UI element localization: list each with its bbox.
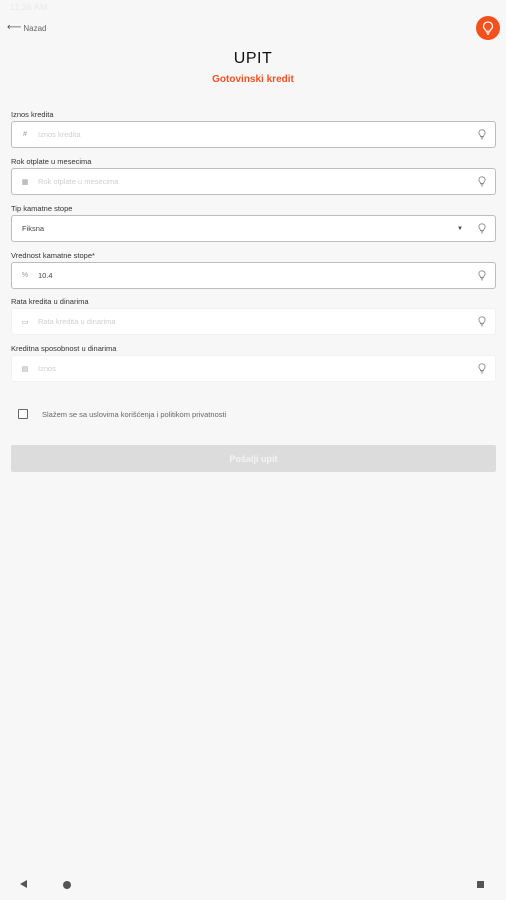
- interest-type-value: Fiksna: [22, 224, 45, 233]
- consent-row[interactable]: Slažem se sa uslovima korišćenja i polit…: [18, 409, 226, 419]
- percent-icon: %: [21, 272, 29, 279]
- calendar-icon: ▦: [21, 178, 29, 186]
- page-subtitle: Gotovinski kredit: [212, 74, 294, 85]
- interest-type-select[interactable]: Fiksna ▼: [11, 215, 496, 242]
- loan-amount-label: Iznos kredita: [11, 110, 54, 119]
- status-time: 11:36 AM: [10, 2, 48, 12]
- system-nav-bar: [0, 870, 506, 900]
- credit-capacity-label: Kreditna sposobnost u dinarima: [11, 344, 117, 353]
- repayment-term-field[interactable]: ▦: [11, 168, 496, 195]
- arrow-left-icon: ⟵: [7, 22, 22, 33]
- submit-button[interactable]: Pošalji upit: [11, 445, 496, 472]
- interest-rate-label: Vrednost kamatne stope*: [11, 251, 95, 260]
- consent-checkbox[interactable]: [18, 409, 28, 419]
- page-title: UPIT: [233, 50, 273, 67]
- installment-label: Rata kredita u dinarima: [11, 297, 89, 306]
- lightbulb-icon[interactable]: [477, 129, 487, 141]
- status-bar: 11:36 AM: [0, 0, 506, 14]
- loan-amount-input[interactable]: [38, 130, 477, 139]
- lightbulb-icon[interactable]: [477, 270, 487, 282]
- interest-type-label: Tip kamatne stope: [11, 204, 73, 213]
- hash-icon: #: [23, 131, 27, 138]
- repayment-term-input[interactable]: [38, 177, 477, 186]
- interest-rate-input[interactable]: [38, 271, 477, 280]
- calendar-icon: ▭: [21, 318, 29, 326]
- installment-field[interactable]: ▭: [11, 308, 496, 335]
- lightbulb-icon[interactable]: [477, 316, 487, 328]
- loan-amount-field[interactable]: #: [11, 121, 496, 148]
- back-button[interactable]: ⟵ Nazad: [7, 22, 46, 34]
- lightbulb-icon[interactable]: [477, 176, 487, 188]
- caret-down-icon: ▼: [457, 225, 463, 232]
- credit-capacity-input[interactable]: [38, 364, 477, 373]
- lightbulb-icon[interactable]: [477, 363, 487, 375]
- back-label: Nazad: [23, 23, 47, 33]
- lightbulb-icon[interactable]: [477, 223, 487, 235]
- repayment-term-label: Rok otplate u mesecima: [11, 157, 92, 166]
- card-icon: ▤: [21, 365, 29, 373]
- nav-back-icon[interactable]: [20, 880, 27, 888]
- lightbulb-icon: [482, 21, 494, 35]
- nav-home-icon[interactable]: [63, 881, 71, 889]
- help-button[interactable]: [476, 16, 500, 40]
- interest-rate-field[interactable]: %: [11, 262, 496, 289]
- consent-label: Slažem se sa uslovima korišćenja i polit…: [42, 409, 227, 419]
- credit-capacity-field[interactable]: ▤: [11, 355, 496, 382]
- nav-recents-icon[interactable]: [477, 881, 484, 888]
- installment-input[interactable]: [38, 317, 477, 326]
